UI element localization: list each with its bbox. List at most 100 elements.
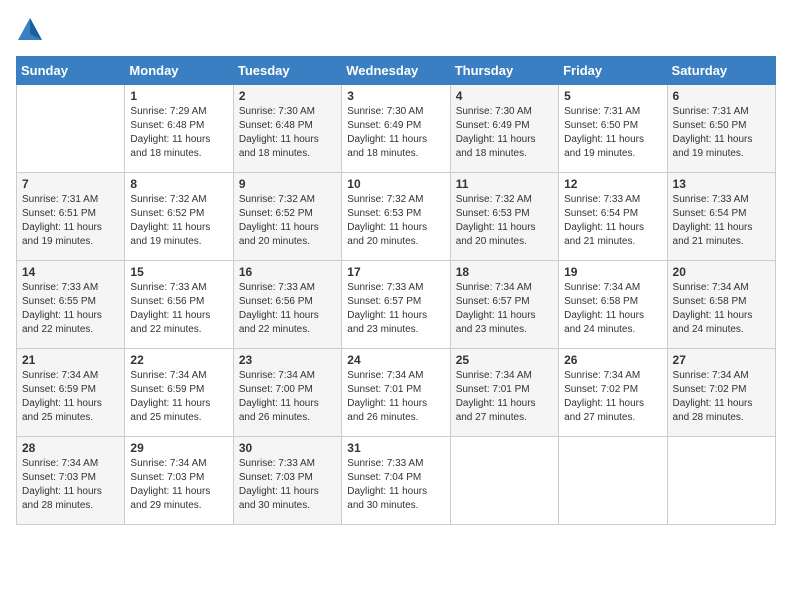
logo — [16, 16, 48, 44]
table-cell: 8 Sunrise: 7:32 AM Sunset: 6:52 PM Daylig… — [125, 173, 233, 261]
day-info: Sunrise: 7:33 AM Sunset: 7:04 PM Dayligh… — [347, 457, 444, 513]
table-cell: 5 Sunrise: 7:31 AM Sunset: 6:50 PM Daylig… — [559, 85, 667, 173]
day-number: 28 — [22, 441, 119, 455]
day-number: 30 — [239, 441, 336, 455]
table-cell: 22 Sunrise: 7:34 AM Sunset: 6:59 PM Dayli… — [125, 349, 233, 437]
table-cell: 13 Sunrise: 7:33 AM Sunset: 6:54 PM Dayli… — [667, 173, 775, 261]
day-number: 16 — [239, 265, 336, 279]
day-info: Sunrise: 7:33 AM Sunset: 6:54 PM Dayligh… — [673, 193, 770, 249]
day-number: 3 — [347, 89, 444, 103]
table-cell: 9 Sunrise: 7:32 AM Sunset: 6:52 PM Daylig… — [233, 173, 341, 261]
table-cell: 2 Sunrise: 7:30 AM Sunset: 6:48 PM Daylig… — [233, 85, 341, 173]
day-number: 27 — [673, 353, 770, 367]
header-sunday: Sunday — [17, 57, 125, 85]
day-number: 18 — [456, 265, 553, 279]
table-cell: 17 Sunrise: 7:33 AM Sunset: 6:57 PM Dayli… — [342, 261, 450, 349]
day-info: Sunrise: 7:33 AM Sunset: 6:56 PM Dayligh… — [130, 281, 227, 337]
day-info: Sunrise: 7:32 AM Sunset: 6:53 PM Dayligh… — [347, 193, 444, 249]
table-cell: 29Sunrise: 7:34 AM Sunset: 7:03 PM Dayli… — [125, 437, 233, 525]
header-monday: Monday — [125, 57, 233, 85]
logo-icon — [16, 16, 44, 44]
table-cell: 12 Sunrise: 7:33 AM Sunset: 6:54 PM Dayli… — [559, 173, 667, 261]
table-cell: 18Sunrise: 7:34 AM Sunset: 6:57 PM Dayli… — [450, 261, 558, 349]
header-tuesday: Tuesday — [233, 57, 341, 85]
day-info: Sunrise: 7:34 AM Sunset: 7:03 PM Dayligh… — [22, 457, 119, 513]
day-number: 9 — [239, 177, 336, 191]
day-info: Sunrise: 7:34 AM Sunset: 6:59 PM Dayligh… — [22, 369, 119, 425]
day-info: Sunrise: 7:33 AM Sunset: 6:55 PM Dayligh… — [22, 281, 119, 337]
day-number: 24 — [347, 353, 444, 367]
table-cell: 10Sunrise: 7:32 AM Sunset: 6:53 PM Dayli… — [342, 173, 450, 261]
table-cell: 25 Sunrise: 7:34 AM Sunset: 7:01 PM Dayli… — [450, 349, 558, 437]
table-cell: 23 Sunrise: 7:34 AM Sunset: 7:00 PM Dayli… — [233, 349, 341, 437]
day-info: Sunrise: 7:34 AM Sunset: 7:03 PM Dayligh… — [130, 457, 227, 513]
header-thursday: Thursday — [450, 57, 558, 85]
day-info: Sunrise: 7:34 AM Sunset: 7:01 PM Dayligh… — [456, 369, 553, 425]
day-info: Sunrise: 7:34 AM Sunset: 6:58 PM Dayligh… — [564, 281, 661, 337]
day-info: Sunrise: 7:34 AM Sunset: 6:58 PM Dayligh… — [673, 281, 770, 337]
table-cell: 3 Sunrise: 7:30 AM Sunset: 6:49 PM Daylig… — [342, 85, 450, 173]
day-number: 8 — [130, 177, 227, 191]
day-number: 2 — [239, 89, 336, 103]
calendar-table: SundayMondayTuesdayWednesdayThursdayFrid… — [16, 56, 776, 525]
table-cell: 14 Sunrise: 7:33 AM Sunset: 6:55 PM Dayli… — [17, 261, 125, 349]
day-number: 4 — [456, 89, 553, 103]
day-number: 13 — [673, 177, 770, 191]
table-cell: 31Sunrise: 7:33 AM Sunset: 7:04 PM Dayli… — [342, 437, 450, 525]
day-number: 11 — [456, 177, 553, 191]
table-cell — [559, 437, 667, 525]
day-info: Sunrise: 7:33 AM Sunset: 6:54 PM Dayligh… — [564, 193, 661, 249]
day-number: 6 — [673, 89, 770, 103]
day-info: Sunrise: 7:31 AM Sunset: 6:50 PM Dayligh… — [564, 105, 661, 161]
table-cell: 21 Sunrise: 7:34 AM Sunset: 6:59 PM Dayli… — [17, 349, 125, 437]
day-number: 1 — [130, 89, 227, 103]
day-number: 14 — [22, 265, 119, 279]
day-number: 22 — [130, 353, 227, 367]
day-number: 5 — [564, 89, 661, 103]
week-row-1: 1 Sunrise: 7:29 AM Sunset: 6:48 PM Daylig… — [17, 85, 776, 173]
day-info: Sunrise: 7:34 AM Sunset: 6:59 PM Dayligh… — [130, 369, 227, 425]
week-row-4: 21 Sunrise: 7:34 AM Sunset: 6:59 PM Dayli… — [17, 349, 776, 437]
day-info: Sunrise: 7:34 AM Sunset: 7:02 PM Dayligh… — [564, 369, 661, 425]
day-number: 7 — [22, 177, 119, 191]
day-info: Sunrise: 7:32 AM Sunset: 6:52 PM Dayligh… — [130, 193, 227, 249]
day-info: Sunrise: 7:32 AM Sunset: 6:52 PM Dayligh… — [239, 193, 336, 249]
day-info: Sunrise: 7:30 AM Sunset: 6:49 PM Dayligh… — [456, 105, 553, 161]
day-info: Sunrise: 7:33 AM Sunset: 7:03 PM Dayligh… — [239, 457, 336, 513]
header-row: SundayMondayTuesdayWednesdayThursdayFrid… — [17, 57, 776, 85]
table-cell: 28 Sunrise: 7:34 AM Sunset: 7:03 PM Dayli… — [17, 437, 125, 525]
day-info: Sunrise: 7:33 AM Sunset: 6:57 PM Dayligh… — [347, 281, 444, 337]
header-saturday: Saturday — [667, 57, 775, 85]
table-cell: 1 Sunrise: 7:29 AM Sunset: 6:48 PM Daylig… — [125, 85, 233, 173]
table-cell: 4 Sunrise: 7:30 AM Sunset: 6:49 PM Daylig… — [450, 85, 558, 173]
day-info: Sunrise: 7:30 AM Sunset: 6:48 PM Dayligh… — [239, 105, 336, 161]
day-info: Sunrise: 7:29 AM Sunset: 6:48 PM Dayligh… — [130, 105, 227, 161]
day-info: Sunrise: 7:34 AM Sunset: 7:00 PM Dayligh… — [239, 369, 336, 425]
table-cell: 11Sunrise: 7:32 AM Sunset: 6:53 PM Dayli… — [450, 173, 558, 261]
table-cell — [450, 437, 558, 525]
day-number: 21 — [22, 353, 119, 367]
table-cell: 24Sunrise: 7:34 AM Sunset: 7:01 PM Dayli… — [342, 349, 450, 437]
table-cell: 16 Sunrise: 7:33 AM Sunset: 6:56 PM Dayli… — [233, 261, 341, 349]
day-info: Sunrise: 7:33 AM Sunset: 6:56 PM Dayligh… — [239, 281, 336, 337]
day-info: Sunrise: 7:31 AM Sunset: 6:51 PM Dayligh… — [22, 193, 119, 249]
day-number: 26 — [564, 353, 661, 367]
day-number: 17 — [347, 265, 444, 279]
day-info: Sunrise: 7:30 AM Sunset: 6:49 PM Dayligh… — [347, 105, 444, 161]
day-number: 25 — [456, 353, 553, 367]
day-info: Sunrise: 7:34 AM Sunset: 7:02 PM Dayligh… — [673, 369, 770, 425]
day-number: 20 — [673, 265, 770, 279]
header-wednesday: Wednesday — [342, 57, 450, 85]
day-number: 19 — [564, 265, 661, 279]
table-cell — [667, 437, 775, 525]
day-number: 23 — [239, 353, 336, 367]
header-friday: Friday — [559, 57, 667, 85]
table-cell: 20 Sunrise: 7:34 AM Sunset: 6:58 PM Dayli… — [667, 261, 775, 349]
page-header — [16, 16, 776, 44]
table-cell: 27 Sunrise: 7:34 AM Sunset: 7:02 PM Dayli… — [667, 349, 775, 437]
table-cell: 19 Sunrise: 7:34 AM Sunset: 6:58 PM Dayli… — [559, 261, 667, 349]
table-cell: 7 Sunrise: 7:31 AM Sunset: 6:51 PM Daylig… — [17, 173, 125, 261]
table-cell: 15Sunrise: 7:33 AM Sunset: 6:56 PM Dayli… — [125, 261, 233, 349]
day-number: 12 — [564, 177, 661, 191]
day-info: Sunrise: 7:31 AM Sunset: 6:50 PM Dayligh… — [673, 105, 770, 161]
